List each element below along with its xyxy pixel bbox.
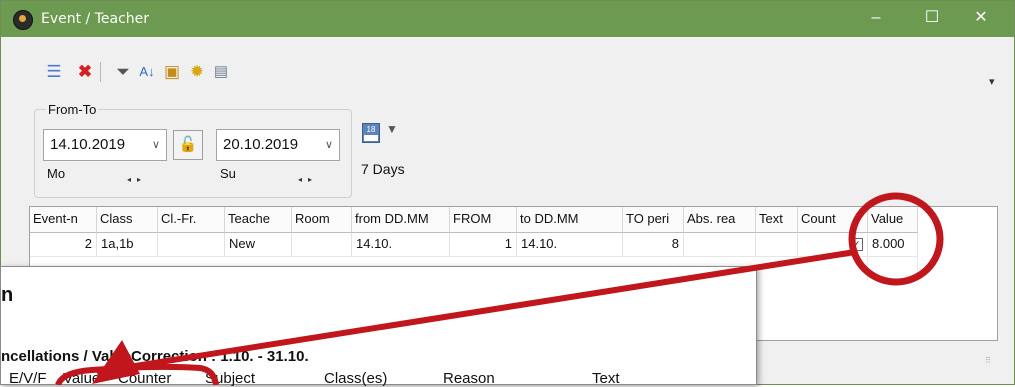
list-icon[interactable]: ☰ <box>45 63 63 81</box>
from-to-label: From-To <box>46 102 99 117</box>
chevron-down-icon: ∨ <box>151 139 160 151</box>
empty-row-cell <box>798 257 868 281</box>
chevron-down-icon: ∨ <box>324 139 333 151</box>
lock-button[interactable]: 🔓 <box>173 130 203 160</box>
column-header[interactable]: Event-n <box>30 207 97 233</box>
delete-icon[interactable]: ✖ <box>76 63 94 81</box>
empty-row-cell <box>868 257 918 281</box>
cell-value[interactable]: 8.000 <box>868 233 918 257</box>
report-column-header: E/V/F <box>9 370 47 387</box>
app-clock-icon <box>13 10 33 30</box>
padlock-icon: 🔓 <box>178 136 198 153</box>
cell-room[interactable] <box>292 233 352 257</box>
filter-icon[interactable]: ⏷ <box>114 63 132 81</box>
report-column-header: Reason <box>443 370 495 387</box>
report-column-header: Text <box>592 370 620 387</box>
cell-to-date[interactable]: 14.10. <box>517 233 623 257</box>
from-date-combo[interactable]: 14.10.2019 ∨ <box>43 129 167 161</box>
column-header[interactable]: Value <box>868 207 918 233</box>
to-date-combo[interactable]: 20.10.2019 ∨ <box>216 129 340 161</box>
resize-grip-icon[interactable]: ⠿ <box>985 356 991 365</box>
report-column-header: Counter <box>118 370 172 387</box>
calendar-range-button[interactable]: 18 ▼ <box>362 122 406 150</box>
column-header[interactable]: Room <box>292 207 352 233</box>
cell-class[interactable]: 1a,1b <box>97 233 158 257</box>
cell-to-period[interactable]: 8 <box>623 233 684 257</box>
report-column-header: Subject <box>205 370 256 387</box>
minimize-button[interactable]: – <box>858 5 894 31</box>
table-icon[interactable]: ▤ <box>212 63 230 81</box>
count-checkbox[interactable]: ✓ <box>850 238 863 252</box>
cell-from-period[interactable]: 1 <box>450 233 517 257</box>
cell-count[interactable]: ✓ <box>798 233 868 257</box>
gear-icon[interactable]: ✹ <box>188 63 206 81</box>
cell-abs-reason[interactable] <box>684 233 756 257</box>
title-bar[interactable]: Event / Teacher – ☐ ✕ <box>1 1 1014 37</box>
column-header[interactable]: Class <box>97 207 158 233</box>
column-header[interactable]: FROM <box>450 207 517 233</box>
range-length-label: 7 Days <box>361 161 405 177</box>
cell-from-date[interactable]: 14.10. <box>352 233 450 257</box>
maximize-button[interactable]: ☐ <box>914 5 950 31</box>
from-day-stepper[interactable]: ◂▸ <box>127 175 147 184</box>
dropdown-arrow-icon: ▼ <box>386 122 398 136</box>
report-column-header: Value <box>63 370 101 387</box>
calendar-icon: 18 <box>362 123 380 143</box>
close-button[interactable]: ✕ <box>963 5 999 31</box>
column-header[interactable]: from DD.MM <box>352 207 450 233</box>
cell-cl-fr[interactable] <box>158 233 225 257</box>
to-day-label: Su <box>220 166 236 181</box>
cell-text[interactable] <box>756 233 798 257</box>
column-header[interactable]: to DD.MM <box>517 207 623 233</box>
from-date-value: 14.10.2019 <box>50 136 126 153</box>
toolbar-separator <box>100 62 101 82</box>
report-column-header: Class(es) <box>324 370 388 387</box>
toolbar-overflow-icon[interactable]: ▾ <box>989 75 995 88</box>
report-title-line: ncellations / ValueCorrection : 1.10. - … <box>1 348 309 365</box>
report-preview-panel: n ncellations / ValueCorrection : 1.10. … <box>0 266 757 387</box>
column-header[interactable]: Count <box>798 207 868 233</box>
to-day-stepper[interactable]: ◂▸ <box>298 175 318 184</box>
column-header[interactable]: TO peri <box>623 207 684 233</box>
document-settings-icon[interactable]: ▣ <box>163 63 181 81</box>
cell-teacher[interactable]: New <box>225 233 292 257</box>
sort-icon[interactable]: A↓ <box>138 63 156 81</box>
column-header[interactable]: Teache <box>225 207 292 233</box>
column-header[interactable]: Cl.-Fr. <box>158 207 225 233</box>
to-date-value: 20.10.2019 <box>223 136 299 153</box>
window-title: Event / Teacher <box>41 11 150 27</box>
report-heading: n <box>1 284 14 306</box>
column-header[interactable]: Abs. rea <box>684 207 756 233</box>
cell-event-no[interactable]: 2 <box>30 233 97 257</box>
column-header[interactable]: Text <box>756 207 798 233</box>
from-day-label: Mo <box>47 166 66 181</box>
